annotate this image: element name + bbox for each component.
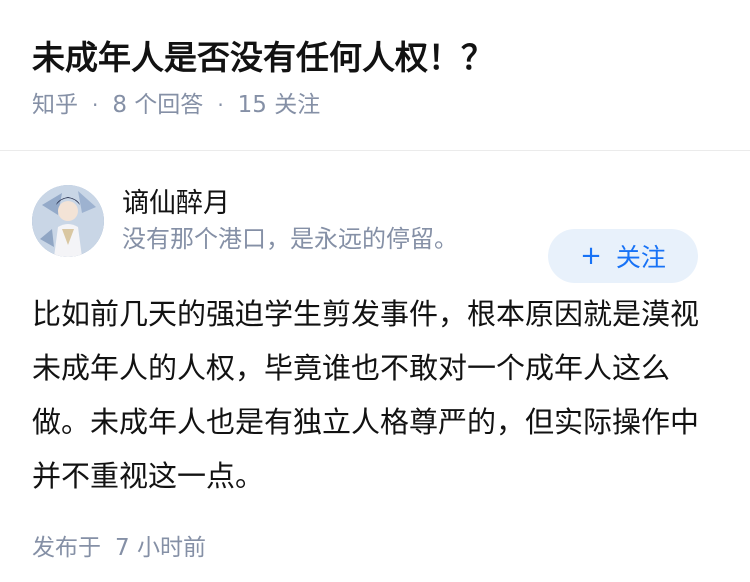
question-meta: 知乎 · 8 个回答 · 15 关注 — [32, 90, 718, 120]
divider — [0, 150, 750, 151]
question-title[interactable]: 未成年人是否没有任何人权！？ — [32, 36, 718, 80]
avatar[interactable] — [32, 185, 104, 257]
author-name[interactable]: 谪仙醉月 — [122, 187, 718, 221]
follow-button[interactable]: + 关注 — [548, 229, 698, 283]
question-header: 未成年人是否没有任何人权！？ 知乎 · 8 个回答 · 15 关注 — [0, 0, 750, 118]
publish-label: 发布于 — [32, 535, 101, 561]
follower-count[interactable]: 15 关注 — [238, 90, 321, 120]
publish-time: 7 小时前 — [115, 535, 206, 561]
plus-icon: + — [580, 241, 602, 271]
separator-dot: · — [217, 93, 224, 117]
answer-content[interactable]: 比如前几天的强迫学生剪发事件，根本原因就是漠视未成年人的人权，毕竟谁也不敢对一个… — [32, 287, 712, 503]
publish-info: 发布于 7 小时前 — [32, 533, 718, 563]
follow-button-label: 关注 — [615, 243, 666, 272]
answer-count[interactable]: 8 个回答 — [112, 90, 203, 120]
source-label[interactable]: 知乎 — [32, 90, 78, 120]
answer-card: 谪仙醉月 没有那个港口，是永远的停留。 + 关注 比如前几天的强迫学生剪发事件，… — [0, 185, 750, 563]
separator-dot: · — [92, 93, 99, 117]
